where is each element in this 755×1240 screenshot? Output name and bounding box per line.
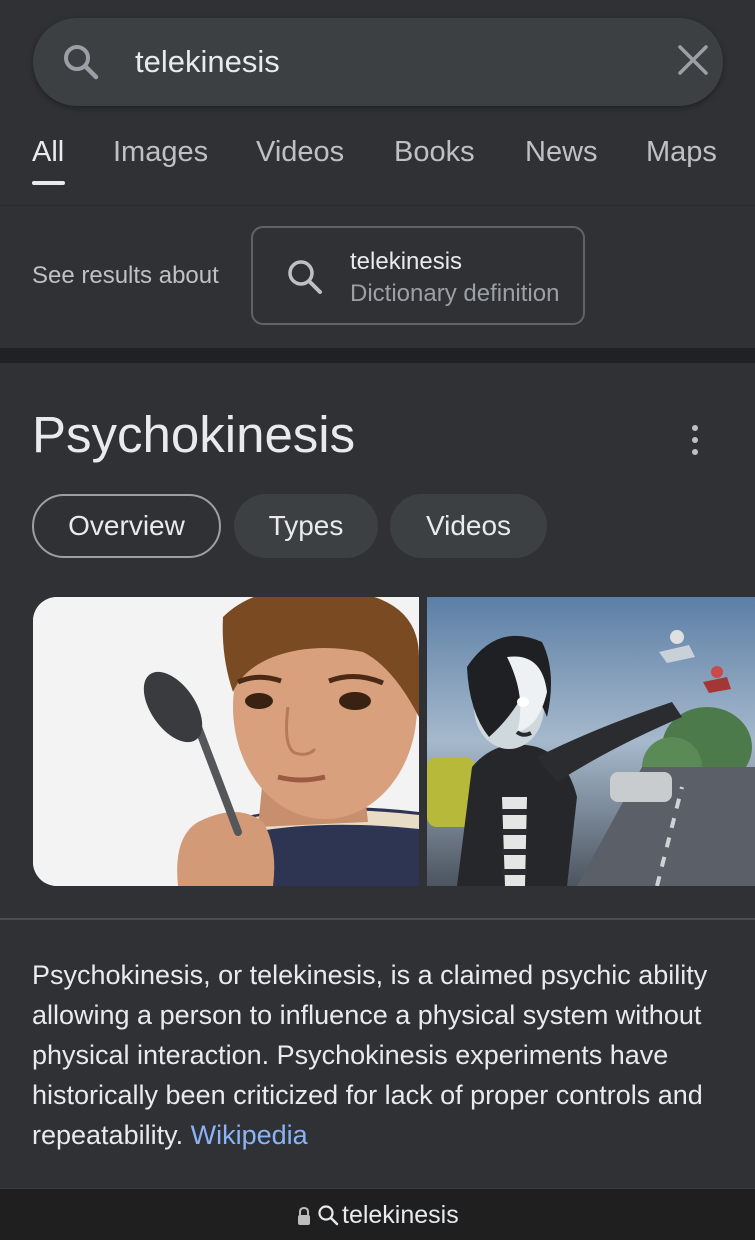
tab-news[interactable]: News [525, 136, 598, 169]
pill-types[interactable]: Types [234, 494, 378, 558]
see-results-label: See results about [32, 262, 219, 289]
result-image-telekinesis-art[interactable] [427, 597, 755, 886]
wikipedia-link[interactable]: Wikipedia [191, 1120, 308, 1150]
search-query[interactable]: telekinesis [135, 44, 280, 80]
pill-videos[interactable]: Videos [390, 494, 547, 558]
knowledge-panel-description: Psychokinesis, or telekinesis, is a clai… [32, 955, 732, 1155]
spoon-boy-illustration [33, 597, 419, 886]
pill-overview[interactable]: Overview [32, 494, 221, 558]
telekinesis-illustration [427, 597, 755, 886]
clear-icon[interactable] [677, 44, 709, 76]
section-divider-thin [0, 918, 755, 920]
section-divider [0, 348, 755, 363]
see-results-about: See results about telekinesis Dictionary… [0, 205, 755, 348]
tab-images[interactable]: Images [113, 136, 208, 169]
search-tabs: All Images Videos Books News Maps [0, 136, 755, 196]
dictionary-chip-subtitle: Dictionary definition [350, 280, 560, 307]
tab-all[interactable]: All [32, 136, 64, 169]
search-bar[interactable]: telekinesis [33, 18, 723, 106]
browser-address-bar[interactable]: telekinesis [0, 1188, 755, 1240]
search-icon[interactable] [61, 42, 101, 82]
search-icon [318, 1205, 339, 1226]
search-icon [288, 260, 322, 294]
knowledge-panel-title: Psychokinesis [32, 406, 356, 463]
lock-icon [298, 1206, 310, 1225]
address-bar-text[interactable]: telekinesis [342, 1201, 459, 1230]
description-text: Psychokinesis, or telekinesis, is a clai… [32, 960, 708, 1150]
result-image-spoon-boy[interactable] [33, 597, 419, 886]
dictionary-chip[interactable]: telekinesis Dictionary definition [251, 226, 585, 325]
dictionary-chip-title: telekinesis [350, 248, 463, 275]
tab-books[interactable]: Books [394, 136, 475, 169]
tab-maps[interactable]: Maps [646, 136, 717, 169]
tab-videos[interactable]: Videos [256, 136, 344, 169]
search-header: telekinesis All Images Videos Books News… [0, 0, 755, 205]
active-tab-indicator [32, 181, 65, 185]
more-options-icon[interactable] [680, 423, 710, 457]
